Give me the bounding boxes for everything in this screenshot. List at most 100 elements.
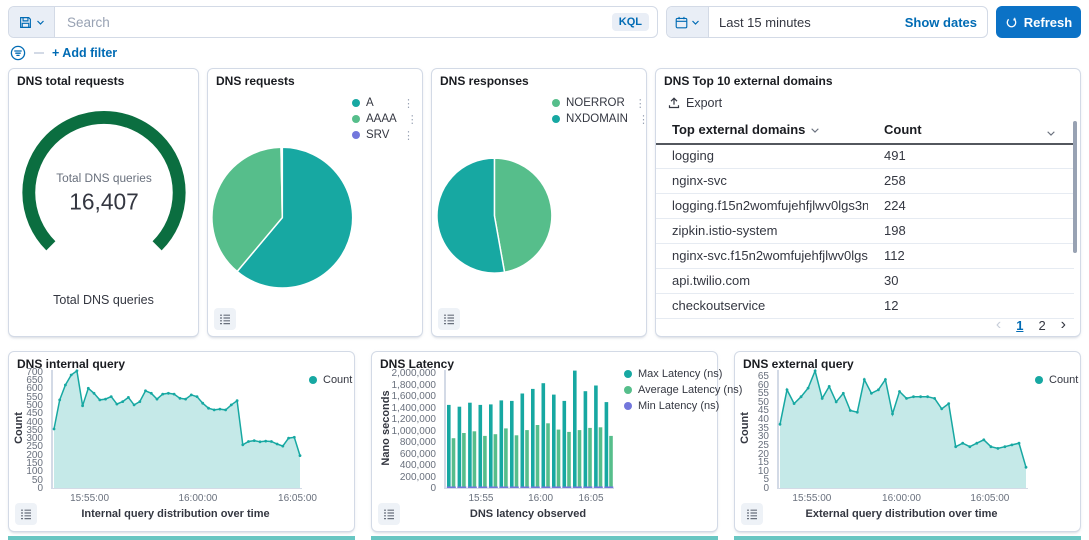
- column-header-domains[interactable]: Top external domains: [672, 122, 820, 137]
- legend-item-average-latency-ns-[interactable]: Average Latency (ns): [624, 382, 742, 398]
- area-plot[interactable]: [51, 370, 302, 489]
- list-icon: [443, 313, 455, 325]
- panel-title[interactable]: DNS Top 10 external domains: [664, 74, 833, 88]
- cell-count: 12: [884, 298, 898, 313]
- legend-item-NOERROR[interactable]: NOERROR⋮: [552, 95, 638, 111]
- bar-avg-latency: [504, 428, 508, 488]
- legend-dot: [352, 115, 360, 123]
- x-axis-title: External query distribution over time: [806, 508, 998, 520]
- bar-max-latency: [605, 402, 609, 488]
- y-tick-label: 1,800,000: [372, 380, 436, 391]
- bar-min-latency: [583, 487, 592, 489]
- panel-title[interactable]: DNS responses: [440, 74, 529, 88]
- pagination-page-1[interactable]: 1: [1016, 318, 1023, 333]
- legend-toggle-button[interactable]: [438, 308, 460, 330]
- legend-toggle-button[interactable]: [741, 503, 763, 525]
- legend-dot: [624, 402, 632, 410]
- add-filter-link[interactable]: + Add filter: [52, 46, 117, 60]
- cell-domain: zipkin.istio-system: [672, 223, 868, 238]
- legend-label: AAAA: [366, 113, 397, 125]
- bar-max-latency: [542, 383, 546, 488]
- query-bar: Search KQL: [8, 6, 658, 38]
- panel-title[interactable]: DNS Latency: [380, 357, 454, 371]
- panel-dns-external-query: DNS external query Count External query …: [734, 351, 1081, 532]
- filter-icon[interactable]: [10, 45, 26, 61]
- cell-count: 224: [884, 198, 906, 213]
- kql-badge[interactable]: KQL: [612, 13, 649, 31]
- date-picker: Last 15 minutes Show dates: [666, 6, 988, 38]
- next-row-panel-edge: [371, 536, 718, 540]
- bar-min-latency: [489, 487, 498, 489]
- legend-menu-icon[interactable]: ⋮: [407, 113, 418, 126]
- search-input[interactable]: Search KQL: [55, 7, 657, 37]
- bar-min-latency: [499, 487, 508, 489]
- pagination-next-icon[interactable]: ›: [1061, 317, 1066, 333]
- bar-avg-latency: [525, 430, 529, 488]
- legend-menu-icon[interactable]: ⋮: [403, 97, 414, 110]
- table-header: Top external domains Count: [656, 119, 1074, 145]
- gauge-center-label: Total DNS queries: [56, 171, 152, 185]
- panel-title[interactable]: DNS total requests: [17, 74, 124, 88]
- y-tick-label: 1,400,000: [372, 403, 436, 414]
- legend-item-max-latency-ns-[interactable]: Max Latency (ns): [624, 366, 742, 382]
- legend-item-SRV[interactable]: SRV⋮: [352, 127, 414, 143]
- legend-item-count[interactable]: Count: [309, 372, 352, 388]
- chart-legend: A⋮AAAA⋮SRV⋮: [352, 95, 414, 143]
- x-tick-label: 16:00:00: [178, 493, 217, 504]
- x-tick-label: 16:05:00: [278, 493, 317, 504]
- refresh-button[interactable]: Refresh: [996, 6, 1081, 38]
- area-fill: [54, 371, 300, 488]
- legend-toggle-button[interactable]: [15, 503, 37, 525]
- legend-item-A[interactable]: A⋮: [352, 95, 414, 111]
- export-button[interactable]: Export: [668, 96, 722, 110]
- x-tick-label: 15:55:00: [70, 493, 109, 504]
- table-row: nginx-svc.f15n2womfujehfjlwv0lgs3no...11…: [656, 244, 1074, 269]
- panel-dns-latency: DNS Latency Nano seconds DNS latency obs…: [371, 351, 718, 532]
- pie-slice-NOERROR[interactable]: [494, 158, 551, 272]
- panel-title[interactable]: DNS external query: [743, 357, 854, 371]
- bar-min-latency: [604, 487, 613, 489]
- cell-domain: nginx-svc: [672, 173, 868, 188]
- column-header-count[interactable]: Count: [884, 122, 922, 137]
- legend-toggle-button[interactable]: [214, 308, 236, 330]
- search-placeholder: Search: [67, 15, 612, 30]
- legend-menu-icon[interactable]: ⋮: [638, 113, 649, 126]
- refresh-icon: [1005, 16, 1018, 29]
- x-axis-title: Internal query distribution over time: [81, 508, 269, 520]
- sort-chevron-icon[interactable]: [1046, 125, 1056, 143]
- chart-legend: Count: [1035, 372, 1078, 388]
- legend-menu-icon[interactable]: ⋮: [403, 129, 414, 142]
- bar-avg-latency: [494, 434, 498, 488]
- legend-item-count[interactable]: Count: [1035, 372, 1078, 388]
- pie-slice-NXDOMAIN[interactable]: [437, 158, 505, 273]
- legend-toggle-button[interactable]: [378, 503, 400, 525]
- dashboard-page: Search KQL Last 15 minutes Show dates Re…: [0, 0, 1089, 540]
- pagination-page-2[interactable]: 2: [1038, 318, 1045, 333]
- legend-label: Average Latency (ns): [638, 384, 742, 396]
- legend-item-NXDOMAIN[interactable]: NXDOMAIN⋮: [552, 111, 638, 127]
- cell-domain: nginx-svc.f15n2womfujehfjlwv0lgs3no...: [672, 248, 868, 263]
- legend-item-min-latency-ns-[interactable]: Min Latency (ns): [624, 398, 742, 414]
- bar-max-latency: [458, 407, 462, 488]
- table-row: logging491: [656, 144, 1074, 169]
- legend-dot: [552, 115, 560, 123]
- calendar-menu-button[interactable]: [667, 7, 709, 37]
- area-plot[interactable]: [777, 370, 1028, 489]
- bar-avg-latency: [599, 427, 603, 488]
- legend-menu-icon[interactable]: ⋮: [635, 97, 646, 110]
- panel-title[interactable]: DNS internal query: [17, 357, 125, 371]
- show-dates-link[interactable]: Show dates: [905, 7, 987, 37]
- panel-dns-responses: DNS responses NOERROR⋮NXDOMAIN⋮: [431, 68, 647, 337]
- pagination-prev-icon[interactable]: ‹: [996, 317, 1001, 333]
- table-scrollbar[interactable]: [1073, 121, 1077, 253]
- panel-dns-requests: DNS requests A⋮AAAA⋮SRV⋮: [207, 68, 423, 337]
- panel-title[interactable]: DNS requests: [216, 74, 295, 88]
- legend-label: Min Latency (ns): [638, 400, 719, 412]
- time-range-label[interactable]: Last 15 minutes: [709, 7, 905, 37]
- cell-count: 198: [884, 223, 906, 238]
- saved-query-menu-button[interactable]: [9, 7, 55, 37]
- chart-legend: Count: [309, 372, 352, 388]
- bar-avg-latency: [483, 436, 487, 488]
- bar-plot[interactable]: [444, 370, 614, 489]
- legend-item-AAAA[interactable]: AAAA⋮: [352, 111, 414, 127]
